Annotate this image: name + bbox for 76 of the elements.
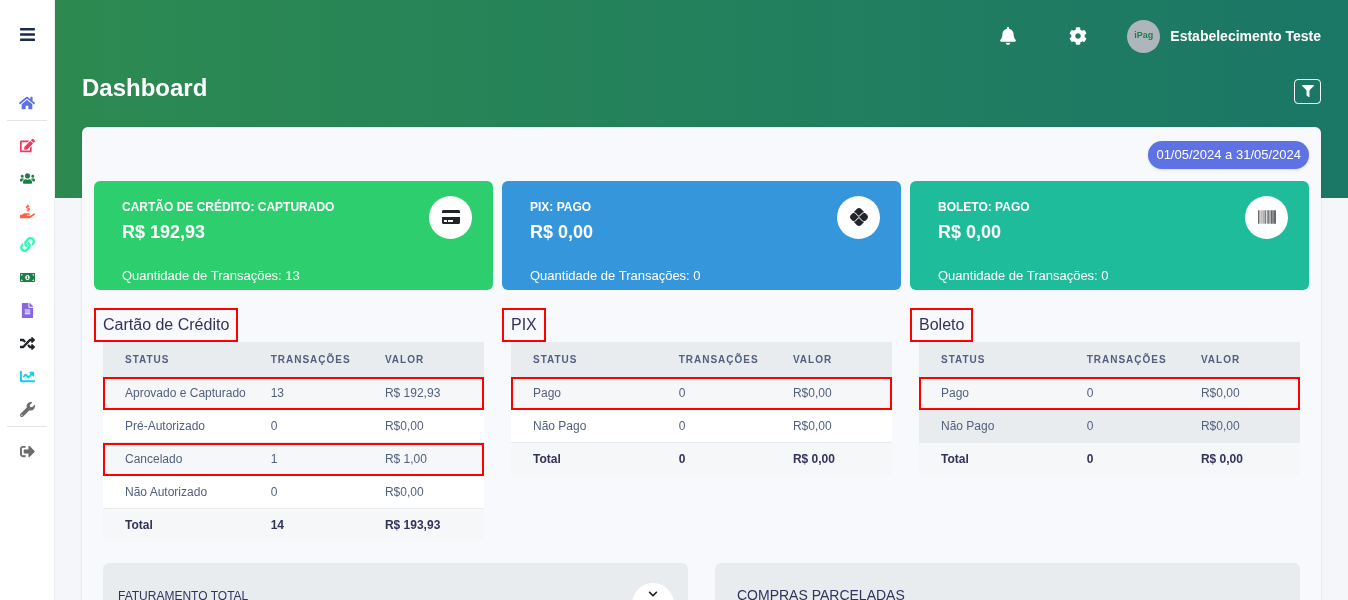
table-cell: R$0,00 xyxy=(384,409,484,443)
settings-icon[interactable] xyxy=(1069,27,1088,45)
total-cell: R$ 0,00 xyxy=(792,442,892,475)
table-cell: 0 xyxy=(678,409,793,443)
total-cell: 14 xyxy=(270,508,385,541)
card-title: PIX: PAGO xyxy=(530,198,593,216)
column-header: STATUS xyxy=(103,341,271,377)
table-title: Cartão de Crédito xyxy=(94,307,239,342)
column-header: VALOR xyxy=(1200,341,1300,377)
table-row[interactable]: Não Pago 0 R$0,00 xyxy=(511,409,892,443)
card-title: BOLETO: PAGO xyxy=(938,198,1031,216)
transaction-count: Quantidade de Transações: 0 xyxy=(530,266,702,285)
table-row[interactable]: Aprovado e Capturado 13 R$ 192,93 xyxy=(103,376,484,410)
pix-icon xyxy=(837,195,880,239)
table-cell: 0 xyxy=(270,409,385,443)
table-row[interactable]: Pago 0 R$0,00 xyxy=(511,376,892,410)
column-header: STATUS xyxy=(511,341,679,377)
table-row[interactable]: Não Pago 0 R$0,00 xyxy=(919,409,1300,443)
total-cell: R$ 193,93 xyxy=(384,508,484,541)
table-row[interactable]: Cancelado 1 R$ 1,00 xyxy=(103,442,484,476)
total-cell: Total xyxy=(511,442,679,475)
table-cell: Não Autorizado xyxy=(103,475,271,509)
table-cell: R$0,00 xyxy=(384,475,484,509)
chevron-down-icon xyxy=(648,588,658,599)
table-cell: Pré-Autorizado xyxy=(103,409,271,443)
table-cell: 0 xyxy=(1086,376,1201,410)
bell-icon[interactable] xyxy=(999,27,1018,45)
card-amount: R$ 192,93 xyxy=(122,220,207,244)
table-cell: Não Pago xyxy=(919,409,1087,443)
total-cell: 0 xyxy=(678,442,793,475)
table-cell: 13 xyxy=(270,376,385,410)
card-amount: R$ 0,00 xyxy=(530,220,595,244)
total-cell: 0 xyxy=(1086,442,1201,475)
total-cell: Total xyxy=(919,442,1087,475)
table-cell: R$0,00 xyxy=(792,376,892,410)
table-title: PIX xyxy=(502,307,546,342)
credit-card-icon xyxy=(429,195,472,239)
table-cell: 0 xyxy=(270,475,385,509)
table-cell: R$0,00 xyxy=(792,409,892,443)
table-cell: 0 xyxy=(1086,409,1201,443)
column-header: STATUS xyxy=(919,341,1087,377)
table-cell: R$ 1,00 xyxy=(384,442,484,476)
table-cell: Pago xyxy=(919,376,1087,410)
transaction-count: Quantidade de Transações: 13 xyxy=(122,266,301,285)
table-cell: R$0,00 xyxy=(1200,409,1300,443)
total-cell: Total xyxy=(103,508,271,541)
filter-icon xyxy=(1301,85,1314,97)
page-title: Dashboard xyxy=(82,73,208,103)
table-row[interactable]: Pré-Autorizado 0 R$0,00 xyxy=(103,409,484,443)
user-name[interactable]: Estabelecimento Teste xyxy=(1170,25,1321,47)
column-header: TRANSAÇÕES xyxy=(270,341,385,377)
table-row[interactable]: Pago 0 R$0,00 xyxy=(919,376,1300,410)
column-header: TRANSAÇÕES xyxy=(1086,341,1201,377)
table-title: Boleto xyxy=(910,307,974,342)
table-cell: R$0,00 xyxy=(1200,376,1300,410)
table-cell: Aprovado e Capturado xyxy=(103,376,271,410)
date-range-badge: 01/05/2024 a 31/05/2024 xyxy=(1148,141,1309,169)
transaction-count: Quantidade de Transações: 0 xyxy=(938,266,1110,285)
column-header: TRANSAÇÕES xyxy=(678,341,793,377)
table-cell: Cancelado xyxy=(103,442,271,476)
table-cell: R$ 192,93 xyxy=(384,376,484,410)
card-title: CARTÃO DE CRÉDITO: CAPTURADO xyxy=(122,198,336,216)
menu-icon[interactable] xyxy=(18,26,36,43)
table-row[interactable]: Não Autorizado 0 R$0,00 xyxy=(103,475,484,509)
card-amount: R$ 0,00 xyxy=(938,220,1003,244)
barcode-icon xyxy=(1245,195,1288,239)
table-cell: Não Pago xyxy=(511,409,679,443)
column-header: VALOR xyxy=(384,341,484,377)
panel-title: COMPRAS PARCELADAS xyxy=(736,585,906,600)
total-cell: R$ 0,00 xyxy=(1200,442,1300,475)
column-header: VALOR xyxy=(792,341,892,377)
table-cell: 0 xyxy=(678,376,793,410)
filter-button[interactable] xyxy=(1294,78,1321,104)
panel-title: FATURAMENTO TOTAL xyxy=(118,587,249,600)
table-cell: 1 xyxy=(270,442,385,476)
table-cell: Pago xyxy=(511,376,679,410)
